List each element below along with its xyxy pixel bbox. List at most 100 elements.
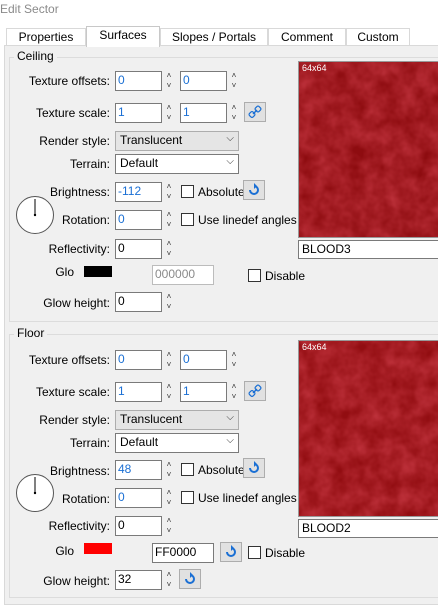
ceiling-use-linedef-angles-checkbox[interactable] [181,213,194,226]
ceiling-texture-preview[interactable]: 64x64 [298,61,438,238]
spin-up-icon[interactable]: ˄ [164,516,174,526]
floor-glow-height-input[interactable]: 32 [115,570,162,590]
floor-offset-y-spinner[interactable]: ˄ ˅ [229,350,239,370]
blood-texture-image [299,341,438,516]
floor-scale-y-input[interactable]: 1 [180,382,227,402]
floor-offset-x-input[interactable]: 0 [115,350,162,370]
floor-scale-y-spinner[interactable]: ˄ ˅ [229,382,239,402]
spin-up-icon[interactable]: ˄ [164,460,174,470]
ceiling-brightness-input[interactable]: -112 [115,182,162,202]
spin-down-icon[interactable]: ˅ [229,360,239,370]
ceiling-scale-x-spinner[interactable]: ˄ ˅ [164,103,174,123]
spin-down-icon[interactable]: ˅ [164,526,174,536]
ceiling-offset-y-spinner[interactable]: ˄ ˅ [229,71,239,91]
ceiling-scale-y-input[interactable]: 1 [180,103,227,123]
floor-glow-disable-checkbox[interactable] [248,546,261,559]
floor-texture-name-input[interactable]: BLOOD2 [298,519,438,538]
spin-down-icon[interactable]: ˅ [164,580,174,590]
ceiling-absolute-checkbox[interactable] [181,185,194,198]
spin-down-icon[interactable]: ˅ [164,220,174,230]
spin-down-icon[interactable]: ˅ [164,470,174,480]
spin-up-icon[interactable]: ˄ [164,71,174,81]
ceiling-glow-disable-checkbox[interactable] [248,269,261,282]
spin-down-icon[interactable]: ˅ [164,360,174,370]
floor-link-scale-button[interactable] [244,381,266,401]
floor-glow-label: Glo [55,544,74,558]
blood-texture-image [299,62,438,237]
ceiling-rotation-input[interactable]: 0 [115,210,162,230]
spin-up-icon[interactable]: ˄ [229,103,239,113]
tab-surfaces[interactable]: Surfaces [86,26,160,47]
floor-offset-y-input[interactable]: 0 [180,350,227,370]
spin-up-icon[interactable]: ˄ [229,382,239,392]
floor-brightness-spinner[interactable]: ˄ ˅ [164,460,174,480]
tab-comment[interactable]: Comment [268,28,346,46]
ceiling-offset-y-input[interactable]: 0 [180,71,227,91]
spin-down-icon[interactable]: ˅ [164,498,174,508]
ceiling-terrain-select[interactable]: Default ⌵ [115,154,239,174]
spin-up-icon[interactable]: ˄ [164,488,174,498]
floor-render-style-select[interactable]: Translucent ⌵ [115,410,239,430]
floor-scale-x-input[interactable]: 1 [115,382,162,402]
floor-offset-x-spinner[interactable]: ˄ ˅ [164,350,174,370]
spin-down-icon[interactable]: ˅ [164,302,174,312]
ceiling-glow-color-input[interactable]: 000000 [152,265,214,285]
ceiling-brightness-spinner[interactable]: ˄ ˅ [164,182,174,202]
ceiling-reflectivity-input[interactable]: 0 [115,239,162,259]
floor-absolute-checkbox[interactable] [181,463,194,476]
ceiling-offset-x-input[interactable]: 0 [115,71,162,91]
ceiling-rotation-spinner[interactable]: ˄ ˅ [164,210,174,230]
floor-glow-color-input[interactable]: FF0000 [152,543,214,563]
floor-glow-height-reset-button[interactable] [179,569,201,589]
ceiling-scale-y-spinner[interactable]: ˄ ˅ [229,103,239,123]
ceiling-glow-height-spinner[interactable]: ˄ ˅ [164,292,174,312]
ceiling-glow-swatch[interactable] [84,266,112,277]
spin-down-icon[interactable]: ˅ [164,113,174,123]
floor-reflectivity-spinner[interactable]: ˄ ˅ [164,516,174,536]
ceiling-texture-name-input[interactable]: BLOOD3 [298,240,438,259]
floor-texture-preview[interactable]: 64x64 [298,340,438,517]
spin-down-icon[interactable]: ˅ [164,392,174,402]
floor-rotation-input[interactable]: 0 [115,488,162,508]
spin-up-icon[interactable]: ˄ [164,292,174,302]
tab-custom[interactable]: Custom [346,28,410,46]
tab-slopes-portals[interactable]: Slopes / Portals [160,28,268,46]
floor-glow-swatch[interactable] [84,543,112,554]
spin-down-icon[interactable]: ˅ [164,192,174,202]
floor-brightness-input[interactable]: 48 [115,460,162,480]
spin-down-icon[interactable]: ˅ [229,81,239,91]
floor-glow-reset-button[interactable] [220,542,242,562]
spin-up-icon[interactable]: ˄ [164,210,174,220]
ceiling-texture-offsets-label: Texture offsets: [28,74,110,88]
ceiling-link-scale-button[interactable] [244,102,266,122]
ceiling-reset-brightness-button[interactable] [243,180,265,200]
ceiling-render-style-select[interactable]: Translucent ⌵ [115,131,239,151]
ceiling-glow-height-input[interactable]: 0 [115,292,162,312]
spin-down-icon[interactable]: ˅ [229,392,239,402]
ceiling-reflectivity-spinner[interactable]: ˄ ˅ [164,239,174,259]
floor-use-linedef-angles-checkbox[interactable] [181,491,194,504]
tab-properties[interactable]: Properties [6,28,86,46]
spin-up-icon[interactable]: ˄ [164,350,174,360]
spin-up-icon[interactable]: ˄ [164,182,174,192]
spin-up-icon[interactable]: ˄ [164,239,174,249]
floor-glow-height-spinner[interactable]: ˄ ˅ [164,570,174,590]
floor-scale-x-spinner[interactable]: ˄ ˅ [164,382,174,402]
spin-down-icon[interactable]: ˅ [164,249,174,259]
spin-up-icon[interactable]: ˄ [164,103,174,113]
floor-group-title: Floor [14,326,48,340]
spin-up-icon[interactable]: ˄ [164,570,174,580]
ceiling-offset-x-spinner[interactable]: ˄ ˅ [164,71,174,91]
ceiling-scale-x-input[interactable]: 1 [115,103,162,123]
floor-rotation-spinner[interactable]: ˄ ˅ [164,488,174,508]
spin-down-icon[interactable]: ˅ [164,81,174,91]
floor-reflectivity-input[interactable]: 0 [115,516,162,536]
spin-up-icon[interactable]: ˄ [164,382,174,392]
floor-texture-offsets-label: Texture offsets: [28,353,110,367]
floor-terrain-select[interactable]: Default ⌵ [115,433,239,453]
spin-up-icon[interactable]: ˄ [229,350,239,360]
floor-reset-brightness-button[interactable] [243,458,265,478]
spin-down-icon[interactable]: ˅ [229,113,239,123]
floor-terrain-label: Terrain: [69,436,110,450]
spin-up-icon[interactable]: ˄ [229,71,239,81]
